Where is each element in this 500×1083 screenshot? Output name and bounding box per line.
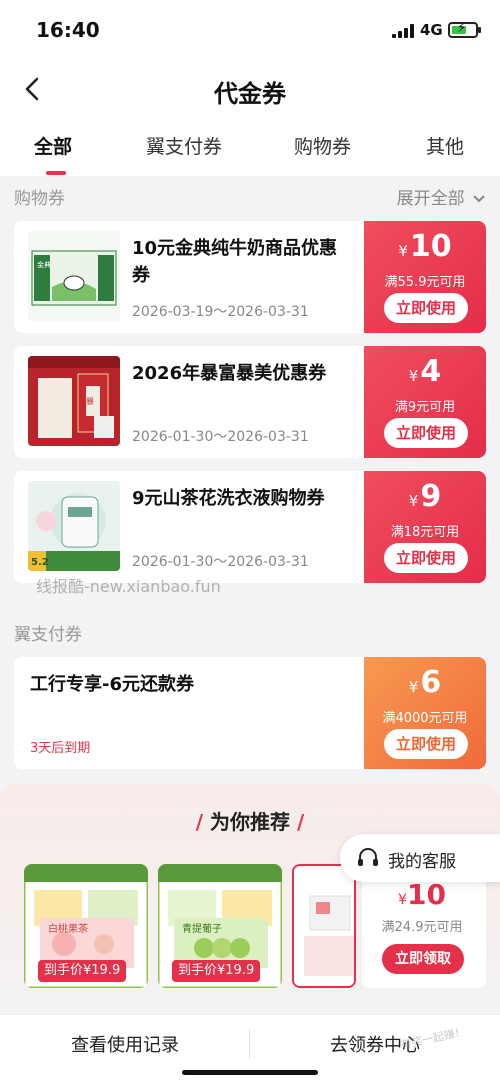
status-bar: 16:40 4G ⚡ (0, 0, 500, 60)
chevron-down-icon (473, 195, 485, 203)
coupon-name: 2026年暴富暴美优惠券 (132, 363, 327, 384)
coupon-amount: ¥10 (364, 229, 486, 264)
milk-box-image (294, 866, 354, 986)
tab-yizhifu[interactable]: 翼支付券 (146, 132, 222, 159)
coupon-card: 暴 2026年暴富暴美优惠券 2026-01-30～2026-03-31 ¥4 … (14, 346, 486, 458)
coupon-card: 金典 10元金典纯牛奶商品优惠券 2026-03-19～2026-03-31 ¥… (14, 221, 486, 333)
coupon-card: 工行专享-6元还款券 3天后到期 ¥6 满4000元可用 立即使用 (14, 657, 486, 769)
coupon-validity: 2026-01-30～2026-03-31 (132, 429, 309, 445)
svg-text:5.2: 5.2 (31, 557, 49, 568)
use-now-button[interactable]: 立即使用 (384, 293, 468, 323)
recommend-product-card[interactable] (292, 864, 356, 988)
use-now-button[interactable]: 立即使用 (384, 729, 468, 759)
price-tag: 到手价¥19.9 (38, 960, 127, 982)
coupon-card: 5.2 9元山茶花洗衣液购物券 2026-01-30～2026-03-31 ¥9… (14, 471, 486, 583)
coupon-condition: 满4000元可用 (382, 711, 468, 726)
claim-now-button[interactable]: 立即领取 (382, 944, 464, 974)
signal-icon (392, 24, 414, 38)
section-title-yizhifu: 翼支付券 (14, 625, 82, 645)
amount-value: 9 (420, 479, 442, 514)
header: 代金券 (0, 60, 500, 120)
recommend-title-text: 为你推荐 (210, 810, 290, 834)
tab-other[interactable]: 其他 (426, 132, 464, 159)
detergent-product-image: 5.2 (28, 481, 120, 571)
coupon-value-panel: ¥10 满55.9元可用 立即使用 (364, 221, 486, 333)
battery-icon: ⚡ (448, 21, 481, 38)
coupon-amount: ¥9 (364, 479, 486, 514)
coupon-info: 工行专享-6元还款券 3天后到期 (14, 657, 364, 769)
expand-all-button[interactable]: 展开全部 (397, 184, 486, 209)
status-time: 16:40 (36, 18, 100, 42)
currency-symbol: ¥ (398, 242, 408, 260)
active-tab-indicator (46, 171, 66, 175)
customer-service-button[interactable]: 我的客服 (340, 834, 500, 882)
use-now-button[interactable]: 立即使用 (384, 543, 468, 573)
coupon-condition: 满18元可用 (390, 525, 460, 540)
recommend-coupon: ¥10 满24.9元可用 立即领取 (362, 864, 486, 988)
tab-bar: 全部 翼支付券 购物券 其他 (0, 120, 500, 176)
coupon-amount: ¥4 (364, 354, 486, 389)
coupon-info: 暴 2026年暴富暴美优惠券 2026-01-30～2026-03-31 (14, 346, 364, 458)
coupon-validity: 2026-01-30～2026-03-31 (132, 554, 309, 570)
headset-icon (358, 848, 378, 866)
section-title-shopping: 购物券 (14, 189, 65, 209)
tab-shopping[interactable]: 购物券 (294, 132, 351, 159)
price-tag: 到手价¥19.9 (172, 960, 261, 982)
amount-value: 4 (420, 354, 442, 389)
coupon-value-panel: ¥9 满18元可用 立即使用 (364, 471, 486, 583)
currency-symbol: ¥ (398, 892, 407, 908)
view-history-button[interactable]: 查看使用记录 (0, 1031, 250, 1057)
coupon-info: 金典 10元金典纯牛奶商品优惠券 2026-03-19～2026-03-31 (14, 221, 364, 333)
amount-value: 10 (406, 878, 446, 911)
recommend-title: / 为你推荐 / (0, 806, 500, 835)
coupon-condition: 满9元可用 (394, 400, 456, 415)
page-title: 代金券 (214, 80, 286, 108)
coupon-name: 9元山茶花洗衣液购物券 (132, 488, 325, 509)
coupon-value-panel: ¥6 满4000元可用 立即使用 (364, 657, 486, 769)
slash-decoration-icon: / (290, 810, 305, 834)
milk-product-image: 金典 (28, 231, 120, 321)
currency-symbol: ¥ (408, 678, 419, 696)
svg-text:暴: 暴 (86, 397, 94, 406)
coupon-amount: ¥6 (364, 665, 486, 700)
home-indicator (182, 1070, 318, 1075)
currency-symbol: ¥ (408, 492, 419, 510)
svg-text:金典: 金典 (37, 260, 51, 269)
network-type: 4G (420, 21, 443, 39)
amount-value: 10 (409, 229, 452, 264)
customer-service-label: 我的客服 (388, 852, 456, 872)
watermark-text: 线报酷-new.xianbao.fun (36, 577, 221, 596)
coupon-name: 工行专享-6元还款券 (30, 674, 194, 695)
coupon-name: 10元金典纯牛奶商品优惠券 (132, 238, 338, 286)
coupon-validity: 2026-03-19～2026-03-31 (132, 304, 309, 320)
bottom-bar: 查看使用记录 去领券中心 (0, 1014, 500, 1083)
use-now-button[interactable]: 立即使用 (384, 418, 468, 448)
tab-all[interactable]: 全部 (34, 132, 72, 159)
recommend-product-card[interactable]: 白桃果茶 到手价¥19.9 (24, 864, 148, 988)
baofu-product-image: 暴 (28, 356, 120, 446)
svg-text:白桃果茶: 白桃果茶 (48, 922, 88, 935)
coupon-info: 5.2 9元山茶花洗衣液购物券 2026-01-30～2026-03-31 (14, 471, 364, 583)
rec-coupon-amount: ¥10 (362, 878, 482, 911)
svg-text:青提葡子: 青提葡子 (182, 922, 222, 935)
slash-decoration-icon: / (195, 810, 210, 834)
amount-value: 6 (420, 665, 442, 700)
coupon-value-panel: ¥4 满9元可用 立即使用 (364, 346, 486, 458)
coupon-condition: 满55.9元可用 (384, 275, 466, 290)
recommend-product-card[interactable]: 青提葡子 到手价¥19.9 (158, 864, 282, 988)
rec-coupon-condition: 满24.9元可用 (381, 920, 463, 935)
recommend-section: / 为你推荐 / 白桃果茶 到手价¥19.9 青提葡子 到手价¥19.9 ¥10… (0, 784, 500, 1014)
expire-notice: 3天后到期 (30, 741, 91, 756)
currency-symbol: ¥ (408, 367, 419, 385)
expand-all-label: 展开全部 (396, 189, 465, 209)
